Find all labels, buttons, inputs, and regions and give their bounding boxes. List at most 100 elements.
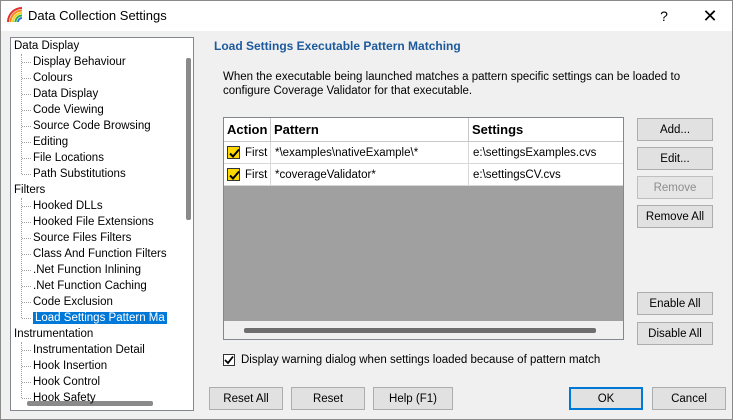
cancel-button[interactable]: Cancel [652, 387, 726, 410]
warning-checkbox-label: Display warning dialog when settings loa… [241, 354, 601, 366]
tree-item-label: Source Code Browsing [33, 120, 151, 132]
tree-connector [22, 158, 31, 159]
table-row[interactable]: First *coverageValidator* e:\settingsCV.… [224, 164, 623, 186]
help-button[interactable]: Help (F1) [373, 387, 453, 410]
tree-item[interactable]: Hooked DLLs [33, 198, 103, 214]
column-header-settings[interactable]: Settings [469, 118, 623, 142]
table-row[interactable]: First *\examples\nativeExample\* e:\sett… [224, 142, 623, 164]
action-value: First [245, 147, 268, 159]
tree-item[interactable]: Instrumentation Detail [33, 342, 145, 358]
pattern-grid[interactable]: Action Pattern Settings First *\examples… [223, 117, 624, 340]
column-header-pattern[interactable]: Pattern [271, 118, 469, 142]
tree-vertical-scrollbar[interactable] [186, 58, 191, 220]
tree-item-label: Hook Control [33, 376, 101, 388]
tree-item[interactable]: Display Behaviour [33, 54, 126, 70]
reset-button[interactable]: Reset [291, 387, 365, 410]
dialog-window: Data Collection Settings ? ✕ Data Displa… [0, 0, 733, 420]
tree-item[interactable]: Load Settings Pattern Ma [33, 310, 167, 326]
action-cell[interactable]: First [224, 164, 271, 186]
tree-connector [22, 286, 31, 287]
tree-item[interactable]: Data Display [33, 86, 98, 102]
tree-connector [22, 222, 31, 223]
tree-item[interactable]: Path Substitutions [33, 166, 126, 182]
warning-checkbox[interactable] [223, 354, 235, 366]
tree-item-label: Hooked DLLs [33, 200, 103, 212]
tree-connector [22, 254, 31, 255]
tree-item-label: Data Display [14, 40, 80, 52]
tree-item[interactable]: .Net Function Caching [33, 278, 147, 294]
tree-item[interactable]: File Locations [33, 150, 104, 166]
enable-all-button[interactable]: Enable All [637, 292, 713, 315]
action-value: First [245, 169, 268, 181]
tree-item[interactable]: Code Viewing [33, 102, 104, 118]
tree-connector [22, 78, 31, 79]
tree-item[interactable]: Source Files Filters [33, 230, 131, 246]
tree-item[interactable]: Class And Function Filters [33, 246, 167, 262]
tree-group[interactable]: Data Display [14, 38, 79, 54]
tree-connector [22, 398, 31, 399]
tree-item-label: Display Behaviour [33, 56, 126, 68]
tree-connector [22, 318, 31, 319]
tree-connector [22, 126, 31, 127]
tree-group[interactable]: Instrumentation [14, 326, 93, 342]
tree-item-label: Source Files Filters [33, 232, 132, 244]
remove-all-button[interactable]: Remove All [637, 205, 713, 228]
tree-item[interactable]: Hook Safety [33, 390, 96, 406]
tree-connector [22, 62, 31, 63]
reset-all-button[interactable]: Reset All [209, 387, 283, 410]
grid-horizontal-scrollbar[interactable] [244, 328, 596, 333]
tree-item-label: Filters [14, 184, 46, 196]
tree-item[interactable]: Hook Insertion [33, 358, 107, 374]
tree-item-label: Colours [33, 72, 73, 84]
tree-item[interactable]: .Net Function Inlining [33, 262, 141, 278]
edit-button[interactable]: Edit... [637, 147, 713, 170]
tree-item-label: Code Exclusion [33, 296, 113, 308]
tree-item-label: Class And Function Filters [33, 248, 167, 260]
close-button[interactable]: ✕ [687, 1, 733, 31]
check-icon [229, 148, 240, 158]
tree-connector [21, 198, 22, 318]
tree-item[interactable]: Hook Control [33, 374, 100, 390]
tree-item-label: .Net Function Inlining [33, 264, 142, 276]
tree-connector [22, 94, 31, 95]
ok-button[interactable]: OK [569, 387, 643, 410]
disable-all-button[interactable]: Disable All [637, 322, 713, 345]
action-cell[interactable]: First [224, 142, 271, 164]
tree-item-label: .Net Function Caching [33, 280, 147, 292]
tree-group[interactable]: Filters [14, 182, 45, 198]
settings-cell[interactable]: e:\settingsCV.cvs [469, 164, 623, 186]
column-header-action[interactable]: Action [224, 118, 271, 142]
tree-item-label: Hooked File Extensions [33, 216, 154, 228]
tree-item[interactable]: Source Code Browsing [33, 118, 151, 134]
warning-checkbox-row[interactable]: Display warning dialog when settings loa… [223, 353, 600, 367]
add-button[interactable]: Add... [637, 118, 713, 141]
tree-item[interactable]: Hooked File Extensions [33, 214, 154, 230]
tree-item-label: Load Settings Pattern Ma [33, 312, 167, 324]
tree-item-label: Code Viewing [33, 104, 104, 116]
pattern-cell[interactable]: *\examples\nativeExample\* [271, 142, 469, 164]
tree-connector [22, 366, 31, 367]
help-titlebar-button[interactable]: ? [641, 1, 687, 31]
pattern-cell[interactable]: *coverageValidator* [271, 164, 469, 186]
tree-connector [22, 142, 31, 143]
window-title: Data Collection Settings [28, 8, 167, 23]
settings-tree[interactable]: Data Display Display Behaviour Colours Data… [10, 37, 194, 411]
rainbow-app-icon [7, 7, 23, 23]
check-icon [229, 170, 240, 180]
row-enabled-checkbox[interactable] [227, 168, 240, 181]
tree-item-label: Hook Safety [33, 392, 96, 404]
remove-button[interactable]: Remove [637, 176, 713, 199]
tree-item[interactable]: Colours [33, 70, 73, 86]
section-title: Load Settings Executable Pattern Matchin… [214, 39, 461, 53]
tree-item[interactable]: Editing [33, 134, 68, 150]
grid-header: Action Pattern Settings [224, 118, 623, 142]
tree-connector [21, 342, 22, 398]
tree-connector [22, 382, 31, 383]
tree-item-label: File Locations [33, 152, 104, 164]
tree-item[interactable]: Code Exclusion [33, 294, 113, 310]
tree-item-label: Instrumentation Detail [33, 344, 145, 356]
settings-cell[interactable]: e:\settingsExamples.cvs [469, 142, 623, 164]
title-bar[interactable]: Data Collection Settings ? ✕ [1, 1, 732, 31]
tree-connector [22, 302, 31, 303]
row-enabled-checkbox[interactable] [227, 146, 240, 159]
